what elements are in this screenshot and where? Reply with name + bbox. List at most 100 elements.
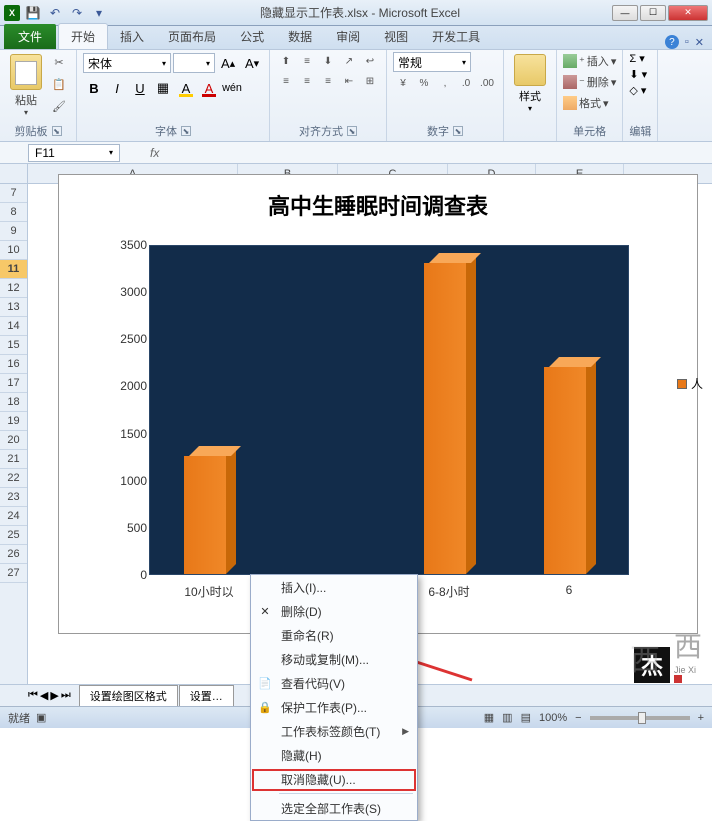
copy-button[interactable]: 📋 bbox=[48, 74, 70, 94]
insert-cells-button[interactable]: ⁺插入 ▾ bbox=[563, 52, 616, 70]
row-header[interactable]: 15 bbox=[0, 336, 27, 355]
context-menu-item[interactable]: 移动或复制(M)... bbox=[251, 647, 417, 671]
font-color-button[interactable]: A bbox=[198, 77, 220, 99]
maximize-button[interactable]: ☐ bbox=[640, 5, 666, 21]
currency-button[interactable]: ¥ bbox=[393, 74, 413, 92]
sheet-nav-last[interactable]: ⏭ bbox=[61, 689, 71, 702]
context-menu-item[interactable]: 插入(I)... bbox=[251, 575, 417, 599]
indent-dec-button[interactable]: ⇤ bbox=[339, 72, 359, 90]
row-header[interactable]: 11 bbox=[0, 260, 27, 279]
brush-button[interactable]: 🖌 bbox=[48, 96, 70, 116]
italic-button[interactable]: I bbox=[106, 77, 128, 99]
expand-icon[interactable]: ⬊ bbox=[52, 126, 62, 136]
row-header[interactable]: 13 bbox=[0, 298, 27, 317]
view-normal-button[interactable]: ▦ bbox=[484, 711, 494, 724]
context-menu-item[interactable]: 选定全部工作表(S) bbox=[251, 796, 417, 820]
wrap-button[interactable]: ↩ bbox=[360, 52, 380, 70]
grow-font-button[interactable]: A▴ bbox=[217, 52, 239, 74]
row-header[interactable]: 23 bbox=[0, 488, 27, 507]
undo-button[interactable]: ↶ bbox=[46, 4, 64, 22]
paste-button[interactable]: 粘贴 ▾ bbox=[6, 52, 46, 117]
close-button[interactable]: ✕ bbox=[668, 5, 708, 21]
worksheet-grid[interactable]: 789101112131415161718192021222324252627 … bbox=[0, 164, 712, 684]
font-name-combo[interactable]: 宋体 ▾ bbox=[83, 53, 171, 73]
save-button[interactable]: 💾 bbox=[24, 4, 42, 22]
align-mid-button[interactable]: ≡ bbox=[297, 52, 317, 70]
orientation-button[interactable]: ↗ bbox=[339, 52, 359, 70]
tab-formulas[interactable]: 公式 bbox=[228, 24, 276, 49]
tab-layout[interactable]: 页面布局 bbox=[156, 24, 228, 49]
font-size-combo[interactable]: ▾ bbox=[173, 53, 215, 73]
sheet-nav-prev[interactable]: ◀ bbox=[40, 689, 48, 702]
view-layout-button[interactable]: ▥ bbox=[502, 711, 512, 724]
minimize-button[interactable]: — bbox=[612, 5, 638, 21]
row-header[interactable]: 14 bbox=[0, 317, 27, 336]
redo-button[interactable]: ↷ bbox=[68, 4, 86, 22]
row-header[interactable]: 27 bbox=[0, 564, 27, 583]
fill-button[interactable]: ⬇ ▾ bbox=[629, 68, 647, 81]
bold-button[interactable]: B bbox=[83, 77, 105, 99]
align-center-button[interactable]: ≡ bbox=[297, 72, 317, 90]
align-left-button[interactable]: ≡ bbox=[276, 72, 296, 90]
sheet-tab[interactable]: 设置… bbox=[179, 685, 234, 706]
fill-color-button[interactable]: A bbox=[175, 77, 197, 99]
row-header[interactable]: 25 bbox=[0, 526, 27, 545]
expand-icon[interactable]: ⬊ bbox=[347, 126, 357, 136]
row-header[interactable]: 20 bbox=[0, 431, 27, 450]
sheet-tab[interactable]: 设置绘图区格式 bbox=[79, 685, 178, 706]
tab-review[interactable]: 审阅 bbox=[324, 24, 372, 49]
row-header[interactable]: 26 bbox=[0, 545, 27, 564]
format-cells-button[interactable]: 格式 ▾ bbox=[563, 94, 609, 112]
border-button[interactable]: ▦ bbox=[152, 77, 174, 99]
context-menu-item[interactable]: 工作表标签颜色(T)▶ bbox=[251, 719, 417, 743]
context-menu-item[interactable]: 取消隐藏(U)... bbox=[251, 767, 417, 791]
context-menu-item[interactable]: 重命名(R) bbox=[251, 623, 417, 647]
context-menu-item[interactable]: 隐藏(H) bbox=[251, 743, 417, 767]
align-bot-button[interactable]: ⬇ bbox=[318, 52, 338, 70]
row-header[interactable]: 12 bbox=[0, 279, 27, 298]
expand-icon[interactable]: ⬊ bbox=[181, 126, 191, 136]
file-tab[interactable]: 文件 bbox=[4, 24, 56, 49]
zoom-in-button[interactable]: + bbox=[698, 712, 704, 724]
row-header[interactable]: 8 bbox=[0, 203, 27, 222]
cut-button[interactable]: ✂ bbox=[48, 52, 70, 72]
styles-button[interactable]: 样式 ▾ bbox=[510, 52, 550, 113]
underline-button[interactable]: U bbox=[129, 77, 151, 99]
expand-icon[interactable]: ⬊ bbox=[453, 126, 463, 136]
delete-cells-button[interactable]: ⁻删除 ▾ bbox=[563, 73, 616, 91]
percent-button[interactable]: % bbox=[414, 74, 434, 92]
row-header[interactable]: 9 bbox=[0, 222, 27, 241]
row-header[interactable]: 7 bbox=[0, 184, 27, 203]
row-header[interactable]: 21 bbox=[0, 450, 27, 469]
dec-dec-button[interactable]: .00 bbox=[477, 74, 497, 92]
tab-dev[interactable]: 开发工具 bbox=[420, 24, 492, 49]
number-format-combo[interactable]: 常规▾ bbox=[393, 52, 471, 72]
merge-button[interactable]: ⊞ bbox=[360, 72, 380, 90]
zoom-out-button[interactable]: − bbox=[575, 712, 581, 724]
autosum-button[interactable]: Σ ▾ bbox=[629, 52, 644, 65]
context-menu-item[interactable]: 📄查看代码(V) bbox=[251, 671, 417, 695]
row-header[interactable]: 16 bbox=[0, 355, 27, 374]
chart-object[interactable]: 高中生睡眠时间调查表 0500100015002000250030003500 … bbox=[58, 174, 698, 634]
shrink-font-button[interactable]: A▾ bbox=[241, 52, 263, 74]
row-header[interactable]: 22 bbox=[0, 469, 27, 488]
macro-record-icon[interactable]: ▣ bbox=[36, 711, 46, 724]
inc-dec-button[interactable]: .0 bbox=[456, 74, 476, 92]
phonetic-button[interactable]: wén bbox=[221, 77, 243, 99]
row-header[interactable]: 10 bbox=[0, 241, 27, 260]
help-icon[interactable]: ? bbox=[665, 35, 679, 49]
fx-icon[interactable]: fx bbox=[150, 146, 159, 160]
tab-data[interactable]: 数据 bbox=[276, 24, 324, 49]
zoom-slider[interactable] bbox=[590, 716, 690, 720]
tab-home[interactable]: 开始 bbox=[58, 23, 108, 49]
align-top-button[interactable]: ⬆ bbox=[276, 52, 296, 70]
row-header[interactable]: 19 bbox=[0, 412, 27, 431]
sheet-nav-next[interactable]: ▶ bbox=[50, 689, 58, 702]
row-header[interactable]: 17 bbox=[0, 374, 27, 393]
doc-close-icon[interactable]: ✕ bbox=[695, 36, 704, 49]
align-right-button[interactable]: ≡ bbox=[318, 72, 338, 90]
tab-view[interactable]: 视图 bbox=[372, 24, 420, 49]
select-all-corner[interactable] bbox=[0, 164, 27, 184]
qat-custom-icon[interactable]: ▾ bbox=[90, 4, 108, 22]
ribbon-min-icon[interactable]: ▫ bbox=[685, 36, 689, 48]
